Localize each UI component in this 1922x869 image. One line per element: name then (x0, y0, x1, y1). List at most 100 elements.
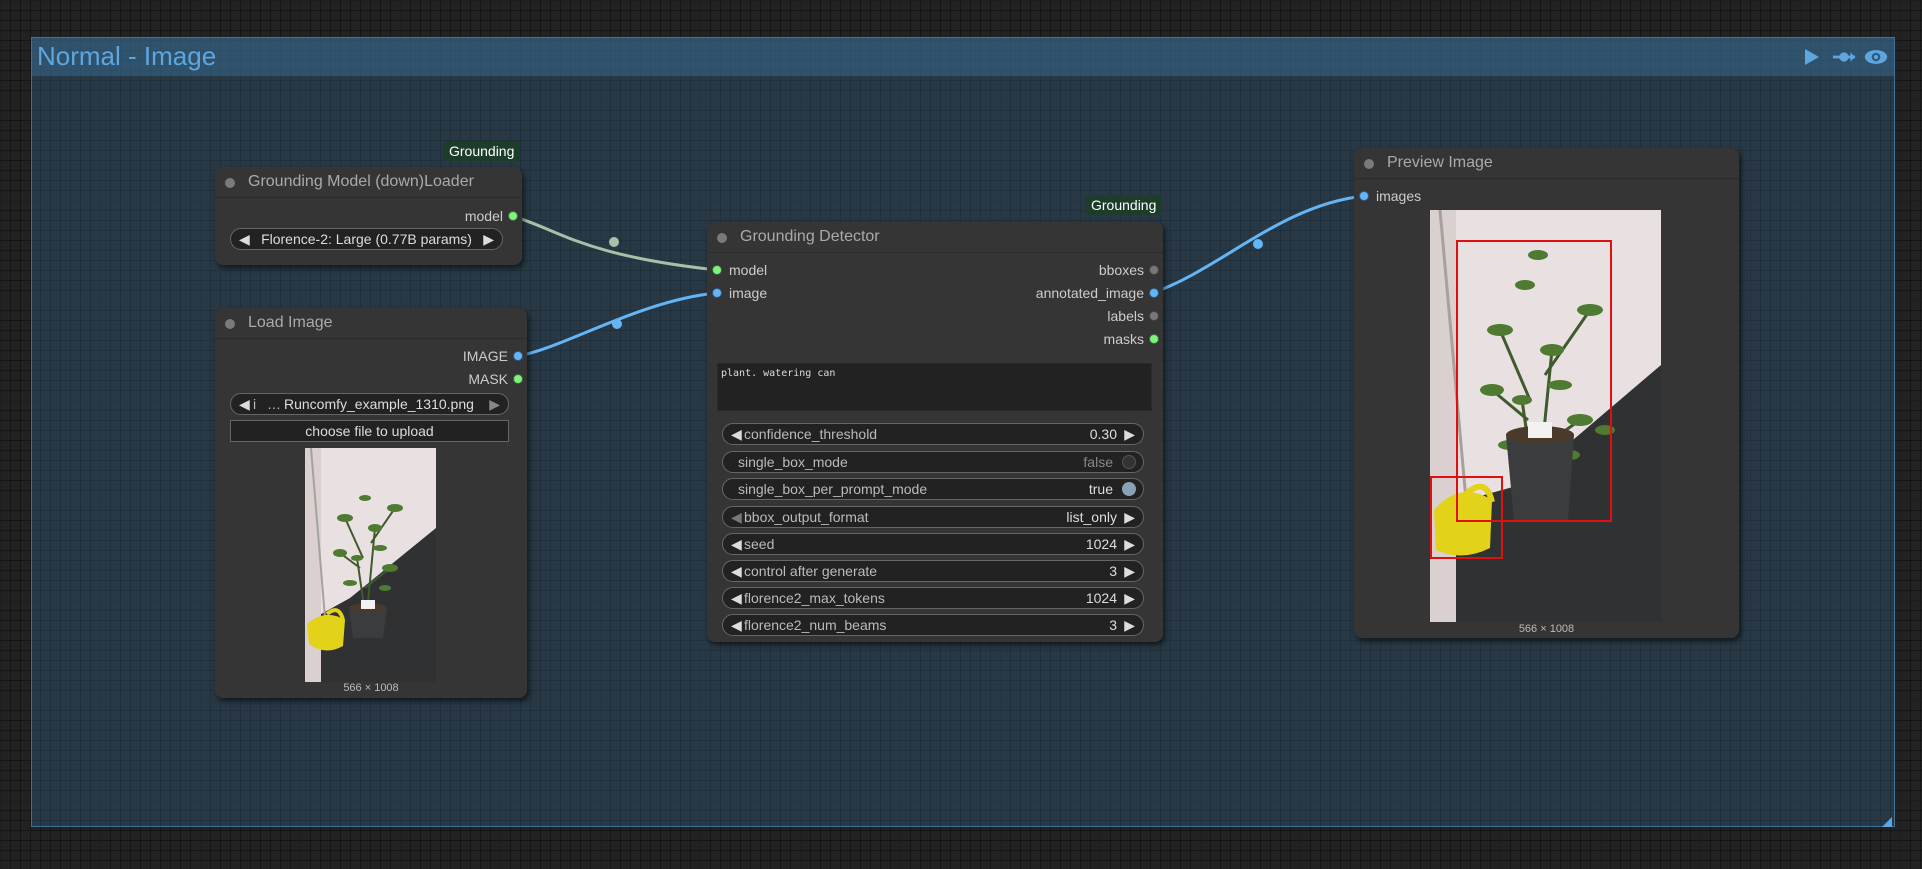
combo-next-arrow[interactable]: ▶ (1124, 509, 1135, 526)
image-combo-prefix: i (253, 396, 257, 412)
link-model-midpoint[interactable] (609, 237, 619, 247)
node-title-bar[interactable]: Load Image (215, 308, 527, 339)
input-model-socket[interactable] (713, 266, 721, 274)
image-combo-ellipsis: … (267, 396, 281, 412)
widget-value: 0.30 (1089, 426, 1117, 442)
output-bboxes[interactable]: bboxes (1099, 262, 1158, 278)
collapse-dot[interactable] (1364, 159, 1374, 169)
decrement-arrow[interactable]: ◀ (731, 426, 742, 443)
input-images[interactable]: images (1360, 188, 1421, 204)
increment-arrow[interactable]: ▶ (1124, 563, 1135, 580)
widget-label: control after generate (744, 563, 878, 579)
output-bboxes-label: bboxes (1098, 262, 1144, 278)
output-masks-label: masks (1103, 331, 1144, 347)
output-labels[interactable]: labels (1107, 308, 1158, 324)
prompt-textarea[interactable]: plant. watering can (717, 363, 1152, 411)
widget-single-box-mode[interactable]: single_box_mode false (722, 451, 1144, 473)
output-labels-socket[interactable] (1150, 312, 1158, 320)
widget-label: single_box_per_prompt_mode (738, 481, 928, 497)
detector-badge: Grounding (1085, 195, 1163, 215)
node-preview-image[interactable]: Preview Image images 566 × 1008 (1354, 148, 1739, 638)
widget-value: 3 (1109, 617, 1117, 633)
output-image-label: IMAGE (462, 348, 508, 364)
output-masks-socket[interactable] (1150, 335, 1158, 343)
node-title: Load Image (248, 314, 333, 331)
toggle-off-indicator[interactable] (1122, 455, 1136, 469)
node-title-bar[interactable]: Preview Image (1354, 148, 1739, 179)
model-combo[interactable]: ◀ Florence-2: Large (0.77B params) ▶ (230, 228, 503, 250)
toggle-on-indicator[interactable] (1122, 482, 1136, 496)
node-grounding-model-loader[interactable]: Grounding Model (down)Loader model ◀ Flo… (215, 167, 522, 265)
input-model-label: model (729, 262, 768, 278)
widget-seed[interactable]: ◀ seed 1024 ▶ (722, 533, 1144, 555)
upload-button[interactable]: choose file to upload (230, 420, 509, 442)
node-title-bar[interactable]: Grounding Model (down)Loader (215, 167, 522, 198)
output-image-socket[interactable] (514, 352, 522, 360)
combo-prev-arrow[interactable]: ◀ (239, 396, 250, 413)
output-annotated-socket[interactable] (1150, 289, 1158, 297)
output-labels-label: labels (1107, 308, 1144, 324)
increment-arrow[interactable]: ▶ (1124, 617, 1135, 634)
widget-label: florence2_max_tokens (744, 590, 885, 606)
output-annotated-image[interactable]: annotated_image (1036, 285, 1158, 301)
preview-dimensions: 566 × 1008 (1518, 623, 1575, 635)
output-mask[interactable]: MASK (468, 371, 522, 387)
output-model[interactable]: model (465, 208, 517, 224)
widget-label: confidence_threshold (744, 426, 878, 442)
model-combo-value: Florence-2: Large (0.77B params) (261, 231, 472, 247)
decrement-arrow[interactable]: ◀ (731, 563, 742, 580)
decrement-arrow[interactable]: ◀ (731, 617, 742, 634)
input-model[interactable]: model (713, 262, 767, 278)
preview-image (1430, 210, 1661, 622)
node-title: Grounding Model (down)Loader (248, 173, 474, 190)
link-annotated-midpoint[interactable] (1253, 239, 1263, 249)
widget-label: bbox_output_format (744, 509, 869, 525)
collapse-dot[interactable] (225, 178, 235, 188)
output-annotated-label: annotated_image (1035, 285, 1144, 301)
collapse-dot[interactable] (225, 319, 235, 329)
output-model-socket[interactable] (509, 212, 517, 220)
decrement-arrow[interactable]: ◀ (731, 536, 742, 553)
input-images-socket[interactable] (1360, 192, 1368, 200)
widget-confidence-threshold[interactable]: ◀ confidence_threshold 0.30 ▶ (722, 423, 1144, 445)
input-images-label: images (1376, 188, 1422, 204)
image-dimensions: 566 × 1008 (343, 682, 399, 694)
node-title: Preview Image (1387, 154, 1493, 171)
widget-label: florence2_num_beams (744, 617, 887, 633)
output-image[interactable]: IMAGE (463, 348, 522, 364)
widget-bbox-output-format[interactable]: ◀ bbox_output_format list_only ▶ (722, 506, 1144, 528)
widget-value: 1024 (1085, 536, 1117, 552)
node-load-image[interactable]: Load Image IMAGE MASK ◀ i … Runcomfy_exa… (215, 308, 527, 698)
widget-label: single_box_mode (738, 454, 848, 470)
loader-badge: Grounding (443, 141, 521, 161)
output-mask-socket[interactable] (514, 375, 522, 383)
widget-value: true (1088, 481, 1113, 497)
increment-arrow[interactable]: ▶ (1124, 590, 1135, 607)
widget-label: seed (744, 536, 775, 552)
combo-next-arrow[interactable]: ▶ (483, 231, 494, 248)
output-masks[interactable]: masks (1104, 331, 1158, 347)
image-combo[interactable]: ◀ i … Runcomfy_example_1310.png ▶ (230, 393, 509, 415)
node-title-bar[interactable]: Grounding Detector (707, 222, 1163, 253)
output-bboxes-socket[interactable] (1150, 266, 1158, 274)
widget-value: 3 (1109, 563, 1117, 579)
link-image-in-midpoint[interactable] (612, 319, 622, 329)
widget-florence2-max-tokens[interactable]: ◀ florence2_max_tokens 1024 ▶ (722, 587, 1144, 609)
combo-next-arrow[interactable]: ▶ (489, 396, 500, 413)
increment-arrow[interactable]: ▶ (1124, 426, 1135, 443)
widget-value: list_only (1066, 509, 1117, 525)
decrement-arrow[interactable]: ◀ (731, 590, 742, 607)
collapse-dot[interactable] (717, 233, 727, 243)
widget-florence2-num-beams[interactable]: ◀ florence2_num_beams 3 ▶ (722, 614, 1144, 636)
widget-value: false (1083, 454, 1113, 470)
input-image[interactable]: image (713, 285, 767, 301)
combo-prev-arrow[interactable]: ◀ (731, 509, 742, 526)
increment-arrow[interactable]: ▶ (1124, 536, 1135, 553)
widget-control-after-generate[interactable]: ◀ control after generate 3 ▶ (722, 560, 1144, 582)
widget-single-box-per-prompt-mode[interactable]: single_box_per_prompt_mode true (722, 478, 1144, 500)
input-image-socket[interactable] (713, 289, 721, 297)
output-mask-label: MASK (468, 371, 508, 387)
output-model-label: model (464, 208, 503, 224)
widget-value: 1024 (1085, 590, 1117, 606)
node-grounding-detector[interactable]: Grounding Detector model image bboxes an… (707, 222, 1163, 642)
